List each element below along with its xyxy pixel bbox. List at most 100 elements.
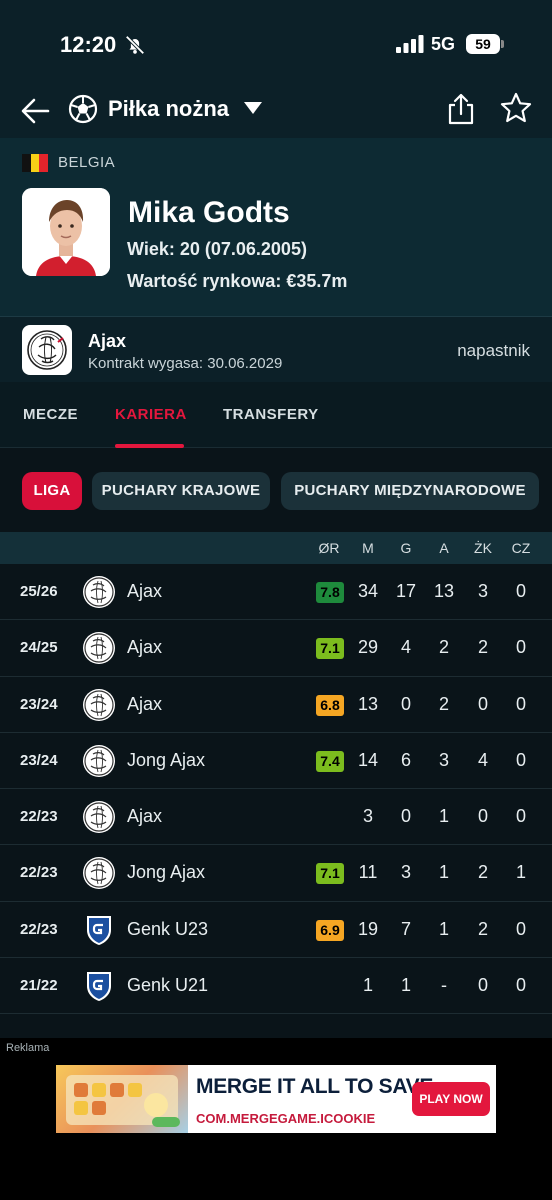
row-assists: 2 (438, 693, 449, 714)
row-team-name[interactable]: Ajax (127, 806, 162, 827)
row-assists: 2 (438, 637, 449, 658)
row-team-name[interactable]: Ajax (127, 694, 162, 715)
row-yellow-cards: 4 (477, 749, 488, 770)
row-team-name[interactable]: Jong Ajax (127, 750, 205, 771)
filter-puchary-krajowe[interactable]: PUCHARY KRAJOWE (92, 472, 270, 510)
contract-expiry: Kontrakt wygasa: 30.06.2029 (88, 355, 283, 372)
row-season: 25/26 (20, 583, 58, 600)
back-arrow-icon[interactable] (18, 94, 52, 128)
chevron-down-icon[interactable] (244, 102, 262, 114)
player-age: Wiek: 20 (07.06.2005) (127, 239, 307, 259)
status-time: 12:20 (60, 32, 117, 57)
row-red-cards: 0 (515, 806, 526, 827)
genk-logo-icon (82, 969, 116, 1003)
career-table: 25/26 Ajax 7.8 34 17 13 3 0 24/25 Ajax 7.1 29 4 2 2 0 23… (0, 564, 552, 1015)
top-nav-bar: Piłka nożna (0, 88, 552, 138)
career-table-header: ØR M G A ŻK CZ (0, 532, 552, 564)
ajax-logo-icon (22, 325, 72, 375)
row-team-name[interactable]: Ajax (127, 637, 162, 658)
row-assists: 1 (438, 862, 449, 883)
table-row[interactable]: 22/23 Jong Ajax 7.1 11 3 1 2 1 (0, 845, 552, 902)
row-team-name[interactable]: Genk U23 (127, 919, 208, 940)
row-matches: 11 (358, 862, 378, 883)
row-yellow-cards: 0 (477, 693, 488, 714)
bell-muted-icon (125, 35, 145, 55)
header-yellow-cards: ŻK (474, 540, 492, 556)
row-goals: 1 (400, 975, 411, 996)
filter-puchary-miedzynarodowe[interactable]: PUCHARY MIĘDZYNARODOWE (281, 472, 539, 510)
tab-mecze[interactable]: MECZE (23, 406, 78, 423)
filter-liga[interactable]: LIGA (22, 472, 82, 510)
network-label: 5G (431, 34, 456, 54)
row-assists: 13 (433, 581, 455, 601)
table-row[interactable]: 22/23 Genk U23 6.9 19 7 1 2 0 (0, 901, 552, 959)
row-team-name[interactable]: Genk U21 (127, 975, 208, 996)
ad-headline[interactable]: MERGE IT ALL TO SAVE (196, 1075, 433, 1099)
share-icon[interactable] (446, 92, 476, 126)
genk-logo-icon (82, 913, 116, 947)
row-season: 23/24 (20, 695, 58, 713)
ajax-logo-icon (82, 856, 116, 890)
row-season: 22/23 (20, 808, 58, 826)
sport-selector-label[interactable]: Piłka nożna (108, 96, 229, 122)
table-row[interactable]: 23/24 Ajax 6.8 13 0 2 0 0 (0, 676, 552, 733)
ajax-logo-icon (82, 688, 116, 722)
row-rating-badge: 7.1 (316, 863, 344, 885)
status-bar: 12:20 5G 59 (0, 0, 552, 88)
table-row[interactable]: 25/26 Ajax 7.8 34 17 13 3 0 (0, 564, 552, 621)
row-rating-badge: 7.4 (316, 750, 344, 772)
header-rating: ØR (318, 540, 340, 556)
row-assists: 1 (438, 806, 449, 827)
row-goals: 7 (400, 918, 411, 939)
current-club-row[interactable]: Ajax Kontrakt wygasa: 30.06.2029 napastn… (0, 316, 552, 382)
row-red-cards: 1 (515, 862, 526, 883)
star-favorite-icon[interactable] (500, 92, 532, 124)
ajax-logo-icon (82, 744, 116, 778)
table-row[interactable]: 22/23 Ajax 3 0 1 0 0 (0, 789, 552, 846)
row-red-cards: 0 (515, 693, 526, 714)
player-country[interactable]: BELGIA (58, 154, 115, 171)
row-matches: 3 (362, 806, 373, 827)
row-season: 24/25 (20, 639, 58, 657)
battery-tip (501, 40, 504, 48)
tab-kariera[interactable]: KARIERA (115, 406, 187, 423)
soccer-ball-icon[interactable] (68, 94, 98, 124)
row-team-name[interactable]: Jong Ajax (127, 862, 205, 883)
ad-url[interactable]: COM.MERGEGAME.ICOOKIE (196, 1111, 375, 1126)
row-goals: 6 (400, 749, 411, 770)
row-assists: - (441, 975, 447, 996)
row-goals: 3 (400, 862, 411, 883)
player-header: BELGIA Mika Godts Wiek: 20 (07.06.2005) … (0, 138, 552, 316)
row-red-cards: 0 (515, 749, 526, 770)
row-yellow-cards: 2 (477, 637, 488, 658)
header-goals: G (400, 540, 412, 556)
competition-filters: LIGA PUCHARY KRAJOWE PUCHARY MIĘDZYNAROD… (0, 448, 552, 532)
row-yellow-cards: 3 (477, 581, 488, 601)
player-avatar-icon (22, 188, 110, 276)
row-goals: 0 (400, 693, 411, 714)
profile-tabs: MECZE KARIERA TRANSFERY (0, 382, 552, 448)
ajax-logo-icon (82, 631, 116, 665)
ad-banner[interactable]: MERGE IT ALL TO SAVE COM.MERGEGAME.ICOOK… (56, 1065, 496, 1133)
club-name[interactable]: Ajax (88, 331, 126, 352)
tab-transfery[interactable]: TRANSFERY (223, 406, 319, 423)
table-row[interactable]: 24/25 Ajax 7.1 29 4 2 2 0 (0, 620, 552, 677)
ad-game-image[interactable] (56, 1065, 188, 1133)
row-yellow-cards: 2 (477, 862, 488, 883)
row-matches: 29 (357, 637, 379, 658)
row-team-name[interactable]: Ajax (127, 581, 162, 602)
player-position: napastnik (457, 341, 530, 360)
ajax-logo-icon (82, 800, 116, 834)
table-row[interactable]: 21/22 Genk U21 1 1 - 0 0 (0, 958, 552, 1015)
row-rating-badge: 6.8 (316, 694, 344, 716)
row-matches: 13 (357, 693, 379, 714)
ad-play-now-button[interactable]: PLAY NOW (412, 1082, 490, 1116)
row-season: 23/24 (20, 751, 58, 769)
row-red-cards: 0 (515, 581, 526, 601)
table-row[interactable]: 23/24 Jong Ajax 7.4 14 6 3 4 0 (0, 732, 552, 790)
player-photo (22, 188, 110, 276)
signal-icon (396, 35, 424, 53)
ad-label: Reklama (6, 1042, 50, 1054)
row-matches: 34 (357, 581, 379, 601)
row-red-cards: 0 (515, 637, 526, 658)
